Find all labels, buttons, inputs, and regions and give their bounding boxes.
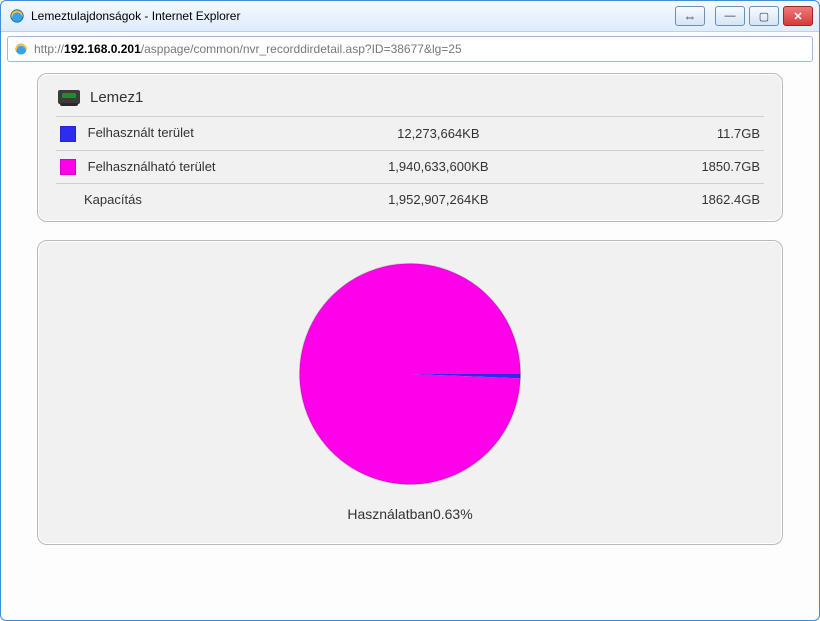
maximize-button[interactable]: ▢ (749, 6, 779, 26)
titlebar: Lemeztulajdonságok - Internet Explorer ⇔… (1, 1, 819, 32)
legend-swatch-used (60, 126, 76, 142)
url-host: 192.168.0.201 (64, 42, 141, 56)
back-forward-button[interactable]: ⇔ (675, 6, 705, 26)
disk-drive-icon (58, 88, 80, 106)
disk-properties-table: Felhasznált terület 12,273,664KB 11.7GB … (56, 116, 764, 215)
window-control-buttons: — ▢ ✕ (715, 6, 813, 26)
window-title: Lemeztulajdonságok - Internet Explorer (31, 9, 240, 23)
ie-icon (14, 42, 28, 56)
value-capacity-kb: 1,952,907,264KB (297, 184, 580, 216)
pie-slice (300, 264, 521, 485)
row-available: Felhasználható terület 1,940,633,600KB 1… (56, 150, 764, 184)
ie-icon (9, 8, 25, 24)
window: Lemeztulajdonságok - Internet Explorer ⇔… (0, 0, 820, 621)
value-available-gb: 1850.7GB (580, 150, 764, 184)
close-button[interactable]: ✕ (783, 6, 813, 26)
value-capacity-gb: 1862.4GB (580, 184, 764, 216)
disk-header: Lemez1 (56, 84, 764, 116)
disk-name: Lemez1 (90, 89, 143, 106)
minimize-button[interactable]: — (715, 6, 745, 26)
legend-swatch-available (60, 159, 76, 175)
value-available-kb: 1,940,633,600KB (297, 150, 580, 184)
page-content: Lemez1 Felhasznált terület 12,273,664KB … (7, 63, 813, 614)
url-scheme: http:// (34, 42, 64, 56)
row-used: Felhasznált terület 12,273,664KB 11.7GB (56, 117, 764, 151)
disk-usage-chart-panel: Használatban0.63% (37, 240, 783, 545)
label-capacity: Kapacítás (84, 192, 142, 207)
window-nav-buttons: ⇔ (675, 6, 705, 26)
value-used-kb: 12,273,664KB (297, 117, 580, 151)
label-available: Felhasználható terület (88, 159, 216, 174)
label-used: Felhasznált terület (88, 125, 194, 140)
disk-properties-panel: Lemez1 Felhasznált terület 12,273,664KB … (37, 73, 783, 222)
usage-caption: Használatban0.63% (38, 506, 782, 522)
value-used-gb: 11.7GB (580, 117, 764, 151)
url-path: /asppage/common/nvr_recorddirdetail.asp?… (141, 42, 462, 56)
row-capacity: Kapacítás 1,952,907,264KB 1862.4GB (56, 184, 764, 216)
disk-usage-pie-chart (295, 259, 525, 489)
address-bar[interactable]: http://192.168.0.201/asppage/common/nvr_… (7, 36, 813, 62)
